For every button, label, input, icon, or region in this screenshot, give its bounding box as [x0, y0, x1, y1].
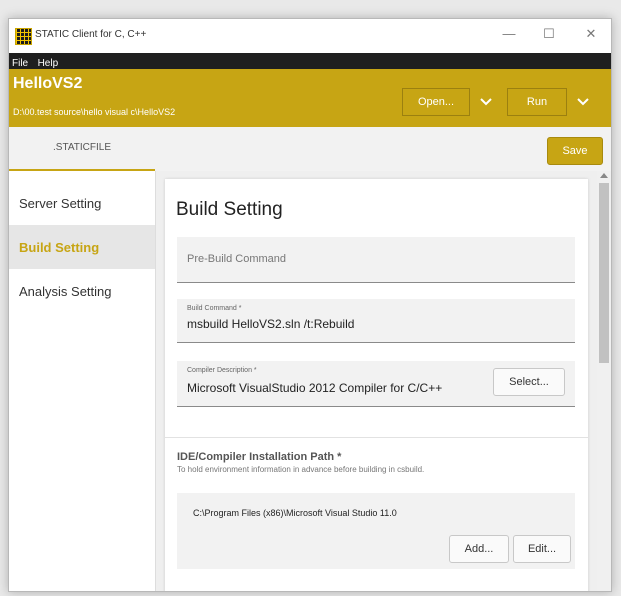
app-window: STATIC Client for C, C++ — ☐ ✕ File Help… — [8, 18, 612, 592]
open-dropdown-chevron-icon[interactable] — [471, 88, 501, 116]
tab-staticfile-label: .STATICFILE — [53, 142, 111, 153]
scrollbar-thumb[interactable] — [599, 183, 609, 363]
ide-edit-label: Edit... — [527, 543, 557, 555]
page-title: Build Setting — [176, 199, 283, 220]
open-button[interactable]: Open... — [402, 88, 470, 116]
run-button[interactable]: Run — [507, 88, 567, 116]
ide-add-button[interactable]: Add... — [449, 535, 509, 563]
ide-path-list: C:\Program Files (x86)\Microsoft Visual … — [177, 493, 575, 569]
settings-sidebar: Server Setting Build Setting Analysis Se… — [9, 171, 156, 591]
menu-bar: File Help — [9, 53, 611, 69]
ide-path-description: To hold environment information in advan… — [177, 465, 425, 474]
sidebar-item-label: Analysis Setting — [19, 284, 112, 299]
compiler-select-button[interactable]: Select... — [493, 368, 565, 396]
close-icon[interactable]: ✕ — [581, 26, 601, 42]
save-button-label: Save — [562, 145, 588, 157]
ide-add-label: Add... — [464, 543, 494, 555]
section-divider — [165, 437, 588, 438]
build-command-value: msbuild HelloVS2.sln /t:Rebuild — [187, 317, 355, 331]
ide-path-title: IDE/Compiler Installation Path * — [177, 451, 342, 463]
sidebar-item-server-setting[interactable]: Server Setting — [9, 181, 155, 225]
run-button-label: Run — [526, 96, 548, 108]
maximize-icon[interactable]: ☐ — [539, 26, 559, 42]
minimize-icon[interactable]: — — [499, 26, 519, 41]
sidebar-item-label: Build Setting — [19, 240, 100, 255]
app-icon — [15, 28, 32, 45]
content-scrollbar[interactable] — [597, 171, 611, 591]
ide-path-item[interactable]: C:\Program Files (x86)\Microsoft Visual … — [193, 508, 397, 518]
sidebar-item-build-setting[interactable]: Build Setting — [9, 225, 155, 269]
project-title: HelloVS2 — [13, 75, 83, 92]
project-path: D:\00.test source\hello visual c\HelloVS… — [13, 107, 176, 117]
compiler-select-label: Select... — [509, 376, 549, 388]
project-header: HelloVS2 D:\00.test source\hello visual … — [9, 69, 611, 127]
compiler-description-field[interactable]: Compiler Description * Microsoft VisualS… — [177, 361, 575, 407]
title-bar: STATIC Client for C, C++ — ☐ ✕ — [9, 19, 611, 53]
compiler-description-value: Microsoft VisualStudio 2012 Compiler for… — [187, 381, 443, 395]
pre-build-command-placeholder: Pre-Build Command — [187, 253, 287, 265]
settings-content: Build Setting Pre-Build Command Build Co… — [156, 171, 611, 591]
tab-staticfile[interactable]: .STATICFILE — [9, 127, 155, 171]
build-command-label: Build Command * — [187, 305, 242, 312]
ide-edit-button[interactable]: Edit... — [513, 535, 571, 563]
sidebar-item-analysis-setting[interactable]: Analysis Setting — [9, 269, 155, 313]
build-command-field[interactable]: Build Command * msbuild HelloVS2.sln /t:… — [177, 299, 575, 343]
compiler-description-label: Compiler Description * — [187, 367, 257, 374]
tab-bar: .STATICFILE Save — [9, 127, 611, 171]
save-button[interactable]: Save — [547, 137, 603, 165]
scroll-up-icon[interactable] — [600, 173, 608, 178]
sidebar-item-label: Server Setting — [19, 196, 102, 211]
window-title: STATIC Client for C, C++ — [35, 29, 147, 40]
open-button-label: Open... — [417, 96, 455, 108]
pre-build-command-field[interactable]: Pre-Build Command — [177, 237, 575, 283]
build-setting-card: Build Setting Pre-Build Command Build Co… — [165, 179, 588, 591]
run-dropdown-chevron-icon[interactable] — [568, 88, 598, 116]
